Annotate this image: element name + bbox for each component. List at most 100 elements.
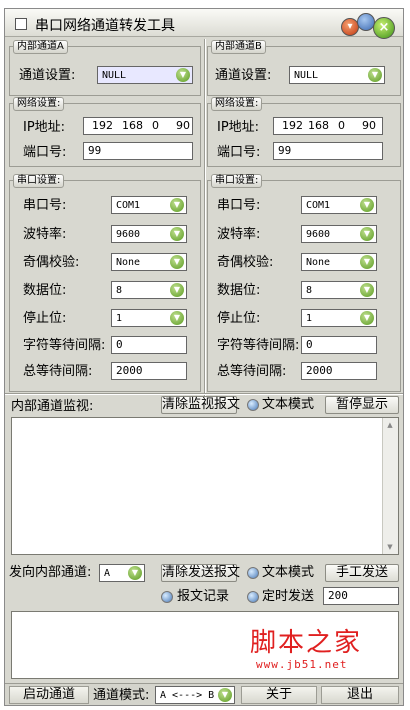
channel-mode-label: 通道模式:	[93, 688, 150, 703]
monitor-text-mode-radio[interactable]	[247, 399, 259, 411]
main-window: 串口网络通道转发工具 ▾ × 内部通道A 通道设置: NULL ▼ 网络设置: …	[4, 8, 404, 706]
send-text-mode-label: 文本模式	[262, 565, 315, 580]
channel-b-group-label: 内部通道B	[211, 40, 266, 54]
channel-a-databits-label: 数据位:	[23, 283, 67, 298]
channel-a-char-wait-input[interactable]: 0	[111, 336, 187, 354]
start-channel-button[interactable]: 启动通道	[9, 686, 89, 704]
dropdown-arrow-icon[interactable]: ▼	[360, 311, 374, 325]
channel-a-parity-value: None	[116, 257, 141, 268]
channel-a-parity-select[interactable]: None ▼	[111, 253, 187, 271]
channel-b-databits-value: 8	[306, 285, 313, 296]
channel-a-baud-select[interactable]: 9600 ▼	[111, 225, 187, 243]
message-log-radio[interactable]	[161, 591, 173, 603]
dropdown-arrow-icon[interactable]: ▼	[176, 68, 190, 82]
scroll-down-icon[interactable]: ▼	[383, 540, 397, 554]
dropdown-arrow-icon[interactable]: ▼	[360, 227, 374, 241]
channel-mode-value: A <---> B	[160, 690, 215, 701]
channel-b-char-wait-label: 字符等待间隔:	[217, 338, 300, 353]
monitor-textarea[interactable]: ▲ ▼	[11, 417, 399, 555]
channel-b-databits-select[interactable]: 8 ▼	[301, 281, 377, 299]
about-button[interactable]: 关于	[241, 686, 317, 704]
channel-b-parity-select[interactable]: None ▼	[301, 253, 377, 271]
clear-send-button[interactable]: 清除发送报文	[161, 564, 240, 582]
dropdown-arrow-icon[interactable]: ▼	[170, 311, 184, 325]
close-button[interactable]: ×	[373, 17, 395, 39]
channel-a-setting-select[interactable]: NULL ▼	[97, 66, 193, 84]
channel-b-parity-label: 奇偶校验:	[217, 255, 274, 270]
channel-mode-select[interactable]: A <---> B ▼	[155, 686, 235, 704]
channel-a-network-label: 网络设置:	[13, 97, 65, 111]
channel-b-port-label: 端口号:	[217, 145, 261, 160]
channel-b-port-input[interactable]: 99	[273, 142, 383, 160]
watermark-url: www.jb51.net	[256, 658, 348, 671]
channel-b-com-select[interactable]: COM1 ▼	[301, 196, 377, 214]
channel-b-ip-input[interactable]: 192 168 0 90	[273, 117, 383, 135]
channel-b-total-wait-input[interactable]: 2000	[301, 362, 377, 380]
channel-b-setting-select[interactable]: NULL ▼	[289, 66, 385, 84]
dropdown-arrow-icon[interactable]: ▼	[368, 68, 382, 82]
send-target-select[interactable]: A ▼	[99, 564, 145, 582]
channel-a-com-select[interactable]: COM1 ▼	[111, 196, 187, 214]
channel-a-stopbits-value: 1	[116, 313, 123, 324]
channel-a-total-wait-input[interactable]: 2000	[111, 362, 187, 380]
channel-a-baud-value: 9600	[116, 229, 141, 240]
channel-a-com-label: 串口号:	[23, 198, 67, 213]
dropdown-arrow-icon[interactable]: ▼	[360, 255, 374, 269]
dropdown-arrow-icon[interactable]: ▼	[128, 566, 142, 580]
channel-a-port-label: 端口号:	[23, 145, 67, 160]
channel-a-parity-label: 奇偶校验:	[23, 255, 80, 270]
dropdown-arrow-icon[interactable]: ▼	[170, 227, 184, 241]
channel-a-serial-label: 串口设置:	[13, 174, 65, 188]
channel-a-stopbits-select[interactable]: 1 ▼	[111, 309, 187, 327]
clear-monitor-button[interactable]: 清除监视报文	[161, 396, 240, 414]
monitor-scrollbar[interactable]: ▲ ▼	[382, 418, 398, 554]
channel-b-databits-label: 数据位:	[217, 283, 261, 298]
dropdown-arrow-icon[interactable]: ▼	[360, 283, 374, 297]
manual-send-button[interactable]: 手工发送	[325, 564, 399, 582]
ip-octet-3: 0	[338, 119, 345, 132]
channel-a-total-wait-label: 总等待间隔:	[23, 364, 93, 379]
send-textarea[interactable]: 脚本之家 www.jb51.net	[11, 611, 399, 679]
channel-b-stopbits-label: 停止位:	[217, 311, 261, 326]
channel-a-char-wait-label: 字符等待间隔:	[23, 338, 106, 353]
channel-b-ip-label: IP地址:	[217, 120, 260, 135]
timed-interval-input[interactable]: 200	[323, 587, 399, 605]
ip-octet-4: 90	[362, 119, 376, 132]
channel-a-group-label: 内部通道A	[13, 40, 68, 54]
send-text-mode-radio[interactable]	[247, 567, 259, 579]
ip-octet-1: 192	[92, 119, 113, 132]
title-bar: 串口网络通道转发工具 ▾ ×	[5, 9, 403, 39]
channel-a-com-value: COM1	[116, 200, 141, 211]
channel-b-parity-value: None	[306, 257, 331, 268]
channel-a-baud-label: 波特率:	[23, 227, 67, 242]
dropdown-arrow-icon[interactable]: ▼	[218, 688, 232, 702]
separator	[5, 393, 403, 395]
channel-b-char-wait-input[interactable]: 0	[301, 336, 377, 354]
channel-b-baud-select[interactable]: 9600 ▼	[301, 225, 377, 243]
channel-b-com-label: 串口号:	[217, 198, 261, 213]
timed-send-radio[interactable]	[247, 591, 259, 603]
channel-a-stopbits-label: 停止位:	[23, 311, 67, 326]
channel-b-serial-label: 串口设置:	[211, 174, 263, 188]
dropdown-arrow-icon[interactable]: ▼	[170, 255, 184, 269]
channel-a-port-input[interactable]: 99	[83, 142, 193, 160]
scroll-up-icon[interactable]: ▲	[383, 418, 397, 432]
window-title: 串口网络通道转发工具	[35, 18, 175, 34]
exit-button[interactable]: 退出	[321, 686, 399, 704]
channel-a-databits-select[interactable]: 8 ▼	[111, 281, 187, 299]
channel-a-ip-label: IP地址:	[23, 120, 66, 135]
dropdown-arrow-icon[interactable]: ▼	[170, 198, 184, 212]
pause-display-button[interactable]: 暂停显示	[325, 396, 399, 414]
channel-b-stopbits-select[interactable]: 1 ▼	[301, 309, 377, 327]
channel-b-setting-value: NULL	[294, 70, 319, 81]
channel-a-ip-input[interactable]: 192 168 0 90	[83, 117, 193, 135]
dropdown-arrow-icon[interactable]: ▼	[360, 198, 374, 212]
ip-octet-2: 168	[122, 119, 143, 132]
channel-divider	[204, 39, 206, 399]
dropdown-arrow-icon[interactable]: ▼	[170, 283, 184, 297]
ip-octet-3: 0	[152, 119, 159, 132]
channel-b-total-wait-label: 总等待间隔:	[217, 364, 287, 379]
ip-octet-4: 90	[176, 119, 190, 132]
channel-b-stopbits-value: 1	[306, 313, 313, 324]
channel-b-baud-label: 波特率:	[217, 227, 261, 242]
